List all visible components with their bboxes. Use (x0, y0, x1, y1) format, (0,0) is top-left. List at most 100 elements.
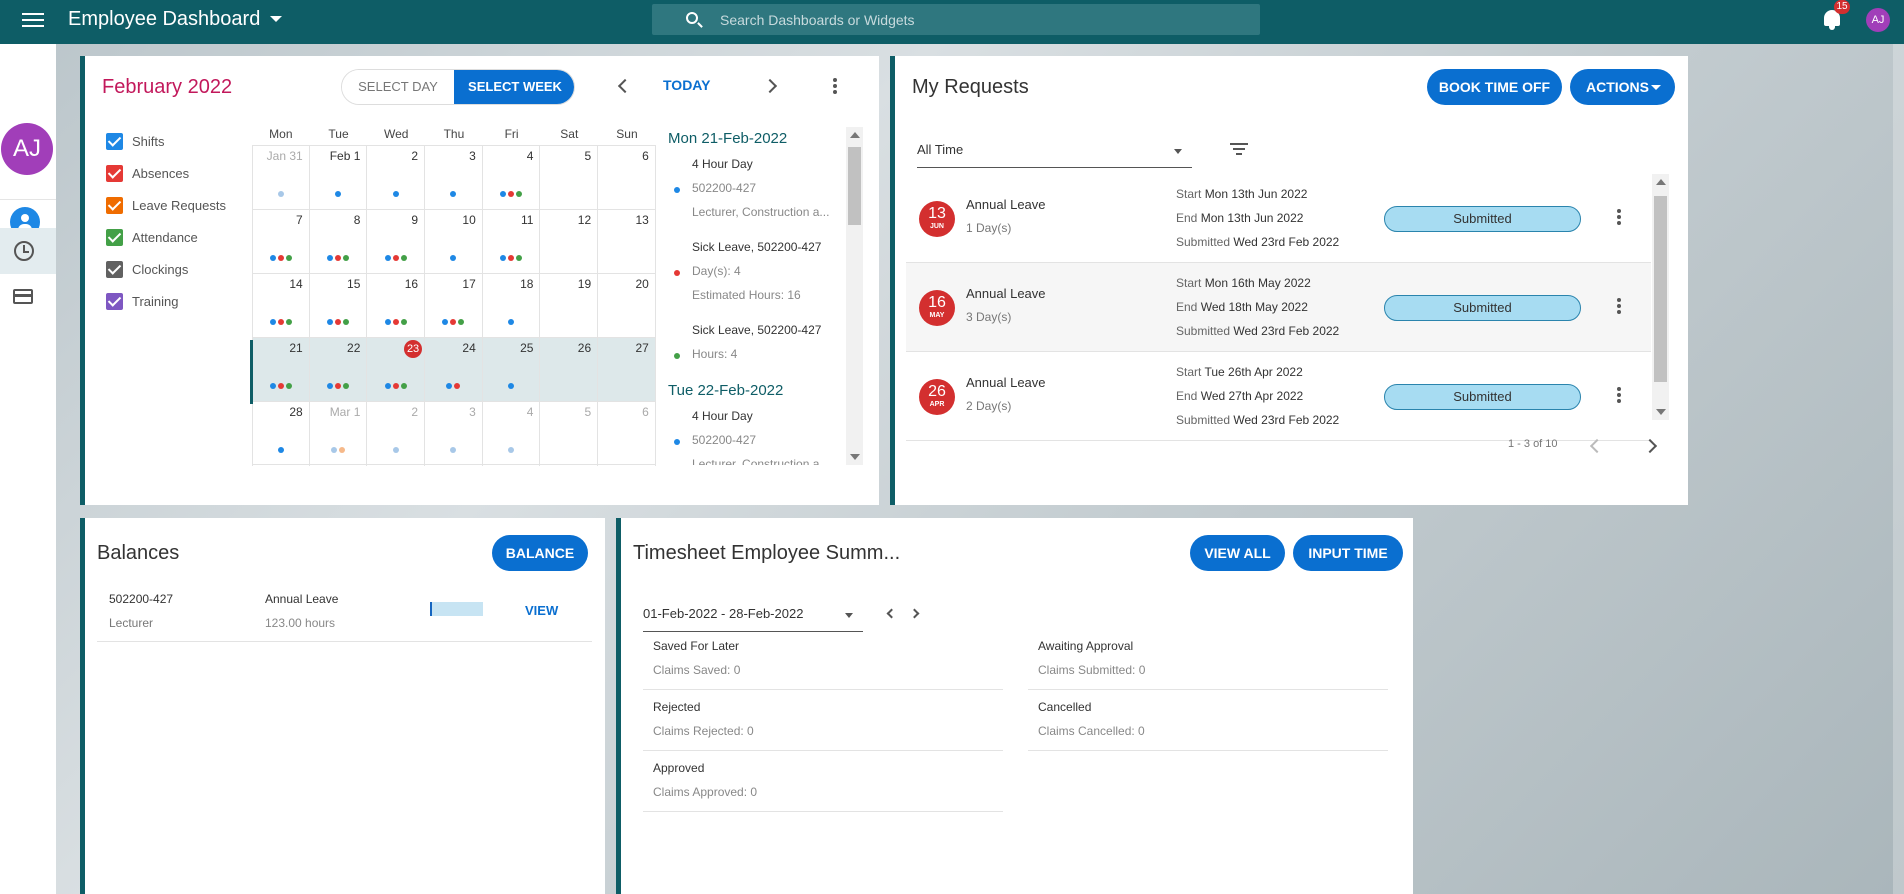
timesheet-status-item[interactable]: Rejected Claims Rejected: 0 (643, 690, 1003, 751)
scroll-up-arrow-icon[interactable] (1656, 179, 1666, 185)
next-period-chevron-icon[interactable] (909, 608, 920, 619)
calendar-day-cell[interactable]: 8 (310, 210, 368, 274)
scroll-down-arrow-icon[interactable] (1656, 409, 1666, 415)
checkbox-checked-icon[interactable] (106, 133, 123, 150)
calendar-day-cell[interactable]: 5 (540, 402, 599, 466)
agenda-scrollbar[interactable] (846, 127, 863, 465)
agenda-event[interactable]: Sick Leave, 502200-427 Hours: 4 (668, 323, 843, 371)
calendar-filter-0[interactable]: Shifts (106, 132, 226, 164)
calendar-day-cell[interactable]: 25 (483, 338, 541, 402)
balance-view-link[interactable]: VIEW (525, 603, 558, 618)
select-week-button[interactable]: SELECT WEEK (454, 70, 574, 104)
calendar-day-cell[interactable]: 23 (367, 338, 426, 402)
scroll-up-arrow-icon[interactable] (850, 132, 860, 138)
timesheet-status-item[interactable]: Approved Claims Approved: 0 (643, 751, 1003, 812)
calendar-day-cell[interactable]: 7 (252, 210, 310, 274)
calendar-day-cell[interactable]: 18 (483, 274, 541, 338)
calendar-day-cell[interactable]: Feb 1 (310, 146, 368, 210)
calendar-day-cell[interactable]: 14 (252, 274, 310, 338)
actions-button[interactable]: ACTIONS (1570, 69, 1675, 105)
event-dot (277, 383, 284, 389)
search-bar[interactable] (652, 4, 1260, 35)
calendar-day-cell[interactable]: 22 (310, 338, 368, 402)
calendar-day-cell[interactable]: 27 (598, 338, 656, 402)
timesheet-status-item[interactable]: Saved For Later Claims Saved: 0 (643, 629, 1003, 690)
calendar-day-cell[interactable]: 3 (425, 146, 483, 210)
request-row[interactable]: 26 APR Annual Leave 2 Day(s) Start Tue 26th … (906, 352, 1651, 441)
sidebar-item-time[interactable] (0, 228, 56, 274)
calendar-day-cell[interactable]: 4 (483, 146, 541, 210)
dashboard-title[interactable]: Employee Dashboard (68, 8, 260, 30)
profile-avatar[interactable]: AJ (1, 123, 53, 175)
input-time-button[interactable]: INPUT TIME (1293, 535, 1403, 571)
calendar-day-cell[interactable]: 5 (540, 146, 599, 210)
calendar-day-cell[interactable]: 26 (540, 338, 599, 402)
calendar-day-cell[interactable]: 24 (425, 338, 483, 402)
agenda-event[interactable]: 4 Hour Day 502200-427 Lecturer, Constructi… (668, 157, 843, 229)
day-number: 4 (526, 149, 534, 163)
calendar-day-cell[interactable]: 9 (367, 210, 426, 274)
scrollbar-thumb[interactable] (1654, 196, 1667, 382)
timesheet-status-item[interactable]: Awaiting Approval Claims Submitted: 0 (1028, 629, 1388, 690)
calendar-day-cell[interactable]: 12 (540, 210, 599, 274)
menu-icon[interactable] (22, 9, 44, 31)
request-more-icon[interactable] (1616, 386, 1622, 404)
previous-period-chevron-icon[interactable] (886, 608, 897, 619)
calendar-day-cell[interactable]: Mar 1 (310, 402, 368, 466)
calendar-day-cell[interactable]: 11 (483, 210, 541, 274)
calendar-day-cell[interactable]: 10 (425, 210, 483, 274)
calendar-more-icon[interactable] (832, 77, 838, 95)
request-row[interactable]: 16 MAY Annual Leave 3 Day(s) Start Mon 16th … (906, 263, 1651, 352)
calendar-day-cell[interactable]: 15 (310, 274, 368, 338)
view-all-button[interactable]: VIEW ALL (1190, 535, 1285, 571)
filter-icon[interactable] (1230, 143, 1248, 157)
calendar-day-cell[interactable]: 13 (598, 210, 656, 274)
calendar-day-cell[interactable]: 21 (252, 338, 310, 402)
calendar-filter-3[interactable]: Attendance (106, 228, 226, 260)
checkbox-checked-icon[interactable] (106, 293, 123, 310)
calendar-day-cell[interactable]: 2 (367, 146, 426, 210)
book-time-off-button[interactable]: BOOK TIME OFF (1427, 69, 1562, 105)
calendar-filter-4[interactable]: Clockings (106, 260, 226, 292)
checkbox-checked-icon[interactable] (106, 165, 123, 182)
user-avatar[interactable]: AJ (1866, 8, 1890, 32)
event-dot (335, 383, 342, 389)
calendar-filter-1[interactable]: Absences (106, 164, 226, 196)
calendar-day-cell[interactable]: 3 (425, 402, 483, 466)
sidebar-item-payments[interactable] (0, 274, 56, 320)
dashboard-dropdown-icon[interactable] (270, 16, 282, 22)
calendar-day-cell[interactable]: Jan 31 (252, 146, 310, 210)
calendar-day-cell[interactable]: 6 (598, 146, 656, 210)
calendar-filter-5[interactable]: Training (106, 292, 226, 324)
calendar-day-cell[interactable]: 20 (598, 274, 656, 338)
event-dots (483, 383, 540, 389)
calendar-day-cell[interactable]: 2 (367, 402, 426, 466)
calendar-day-cell[interactable]: 28 (252, 402, 310, 466)
calendar-day-cell[interactable]: 16 (367, 274, 426, 338)
timesheet-status-item[interactable]: Cancelled Claims Cancelled: 0 (1028, 690, 1388, 751)
previous-month-chevron-icon[interactable] (617, 78, 633, 94)
checkbox-checked-icon[interactable] (106, 261, 123, 278)
calendar-day-cell[interactable]: 4 (483, 402, 541, 466)
request-more-icon[interactable] (1616, 208, 1622, 226)
search-input[interactable] (720, 4, 1240, 35)
today-button[interactable]: TODAY (663, 77, 710, 93)
calendar-day-cell[interactable]: 19 (540, 274, 599, 338)
next-month-chevron-icon[interactable] (762, 78, 778, 94)
page-scrollbar[interactable] (1893, 44, 1904, 894)
period-select[interactable]: All Time (917, 142, 1192, 168)
requests-scrollbar[interactable] (1652, 174, 1669, 420)
balance-button[interactable]: BALANCE (492, 535, 588, 571)
checkbox-checked-icon[interactable] (106, 229, 123, 246)
agenda-event[interactable]: Sick Leave, 502200-427 Day(s): 4 Estimated… (668, 240, 843, 312)
scroll-down-arrow-icon[interactable] (850, 454, 860, 460)
checkbox-checked-icon[interactable] (106, 197, 123, 214)
calendar-day-cell[interactable]: 17 (425, 274, 483, 338)
select-day-button[interactable]: SELECT DAY (342, 70, 454, 104)
scrollbar-thumb[interactable] (848, 147, 861, 225)
agenda-event[interactable]: 4 Hour Day 502200-427 Lecturer, Constructi… (668, 409, 843, 465)
request-row[interactable]: 13 JUN Annual Leave 1 Day(s) Start Mon 13th … (906, 174, 1651, 263)
calendar-day-cell[interactable]: 6 (598, 402, 656, 466)
calendar-filter-2[interactable]: Leave Requests (106, 196, 226, 228)
request-more-icon[interactable] (1616, 297, 1622, 315)
